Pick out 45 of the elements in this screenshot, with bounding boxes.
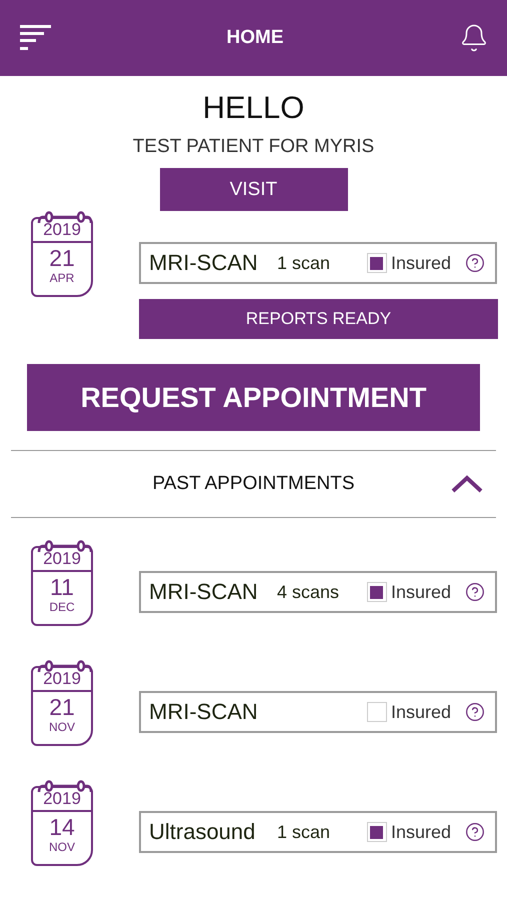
visit-button[interactable]: VISIT	[160, 168, 348, 211]
help-icon[interactable]	[465, 702, 485, 722]
appointment-card[interactable]: MRI-SCAN Insured	[139, 691, 497, 733]
page-title: HOME	[226, 27, 284, 49]
insured-checkbox[interactable]	[366, 253, 387, 273]
insured-label: Insured	[390, 582, 451, 602]
menu-icon[interactable]	[20, 25, 51, 51]
month-text: APR	[50, 271, 74, 285]
help-icon[interactable]	[465, 822, 485, 842]
insured-checkbox[interactable]	[366, 582, 387, 602]
month-text: DEC	[49, 600, 75, 614]
day-text: 21	[49, 245, 75, 271]
patient-name: TEST PATIENT FOR MYRIS	[132, 136, 376, 158]
insured-label: Insured	[390, 822, 451, 842]
request-appointment-button[interactable]: REQUEST APPOINTMENT	[27, 364, 480, 431]
exam-name: Ultrasound	[149, 819, 256, 845]
scan-count: 1 scan	[277, 822, 330, 842]
reports-ready-button[interactable]: REPORTS READY	[139, 299, 498, 339]
appointment-card[interactable]: MRI-SCAN 1 scan Insured	[139, 242, 497, 284]
insured-checkbox[interactable]	[366, 702, 387, 722]
day-text: 11	[50, 574, 74, 600]
year-text: 2019	[43, 668, 81, 690]
exam-name: MRI-SCAN	[149, 250, 259, 276]
year-text: 2019	[43, 788, 81, 810]
insured-label: Insured	[390, 702, 451, 722]
month-text: NOV	[48, 720, 75, 734]
day-text: 21	[49, 694, 75, 720]
scan-count: 4 scans	[277, 582, 340, 602]
section-title: PAST APPOINTMENTS	[152, 473, 354, 495]
appointment-card[interactable]: MRI-SCAN 4 scans Insured	[139, 571, 497, 613]
year-text: 2019	[43, 219, 81, 241]
appointment-card[interactable]: Ultrasound 1 scan Insured	[139, 811, 497, 853]
exam-name: MRI-SCAN	[149, 579, 259, 605]
exam-name: MRI-SCAN	[149, 699, 259, 725]
greeting: HELLO	[202, 90, 306, 126]
day-text: 14	[49, 814, 75, 840]
help-icon[interactable]	[465, 253, 485, 273]
help-icon[interactable]	[465, 582, 485, 602]
insured-label: Insured	[390, 252, 451, 274]
scan-count: 1 scan	[277, 252, 330, 274]
bell-icon[interactable]	[459, 23, 489, 53]
year-text: 2019	[43, 548, 81, 570]
insured-checkbox[interactable]	[366, 822, 387, 842]
caret-up-icon[interactable]	[451, 475, 483, 493]
month-text: NOV	[48, 840, 75, 854]
